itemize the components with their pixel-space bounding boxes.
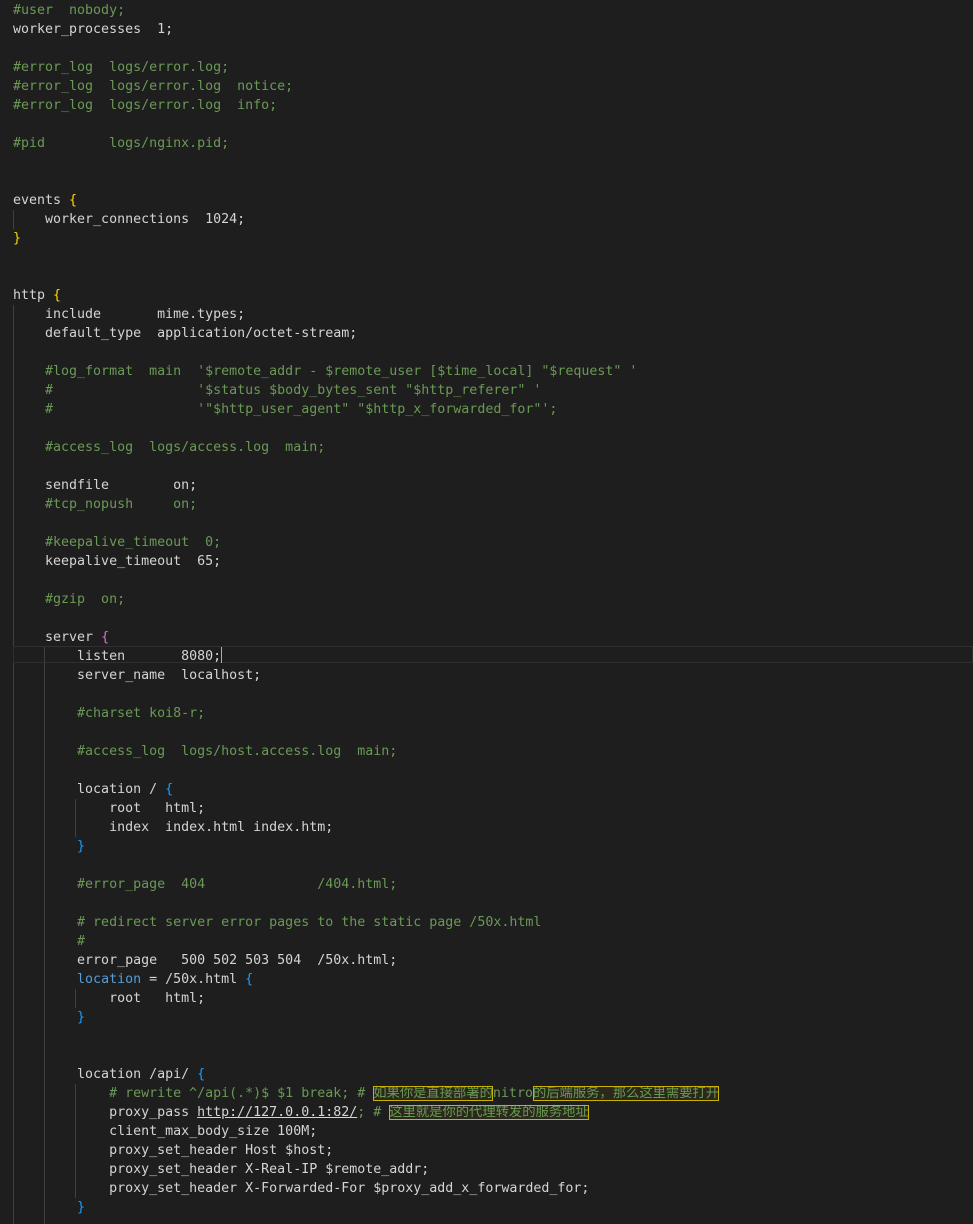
code-line: #error_log logs/error.log; <box>13 60 230 75</box>
bracket-open: { <box>197 1067 206 1082</box>
code-line: http { <box>13 288 62 303</box>
code-line: } <box>13 229 973 248</box>
code-line: #user nobody; <box>13 3 126 18</box>
code-line: # redirect server error pages to the sta… <box>13 915 542 930</box>
text-cursor <box>221 647 223 663</box>
find-match-highlight: 这里就是你的代理转发的服务地址 <box>389 1105 589 1120</box>
code-line: location / { <box>13 782 174 797</box>
keyword: location <box>77 972 142 987</box>
bracket-open: { <box>165 782 174 797</box>
code-line: } <box>13 1198 973 1217</box>
code-line: # '"$http_user_agent" "$http_x_forwarded… <box>13 402 558 417</box>
code-line: keepalive_timeout 65; <box>13 554 222 569</box>
code-line: server_name localhost; <box>13 668 262 683</box>
code-line-current[interactable]: listen 8080; <box>13 647 973 666</box>
code-line: proxy_set_header Host $host; <box>13 1143 334 1158</box>
code-line: events { <box>13 193 78 208</box>
code-editor[interactable]: #user nobody; worker_processes 1; #error… <box>0 0 973 1224</box>
find-match-highlight: 的后端服务，那么这里需要打开 <box>532 1086 720 1101</box>
code-line: # '$status $body_bytes_sent "$http_refer… <box>13 383 542 398</box>
bracket-open: { <box>245 972 254 987</box>
code-line: server { <box>13 630 110 645</box>
bracket-close: } <box>77 1010 86 1025</box>
bracket-open: { <box>69 193 78 208</box>
code-line: #tcp_nopush on; <box>13 497 198 512</box>
code-line: location = /50x.html { <box>77 972 254 987</box>
code-line: root html; <box>13 801 206 816</box>
bracket-close: } <box>77 1200 86 1215</box>
code-line: client_max_body_size 100M; <box>13 1124 318 1139</box>
bracket-close: } <box>13 231 22 246</box>
code-line: error_page 500 502 503 504 /50x.html; <box>13 953 398 968</box>
code-line: sendfile on; <box>13 478 198 493</box>
proxy-url-link[interactable]: http://127.0.0.1:82/ <box>197 1105 357 1120</box>
bracket-open: { <box>53 288 62 303</box>
code-line: default_type application/octet-stream; <box>13 326 358 341</box>
code-line: #gzip on; <box>13 592 126 607</box>
code-line: proxy_pass http://127.0.0.1:82/; # 这里就是你… <box>13 1105 589 1120</box>
code-content[interactable]: #user nobody; worker_processes 1; #error… <box>13 1 973 1217</box>
code-line: } <box>13 837 973 856</box>
code-line: worker_connections 1024; <box>13 212 246 227</box>
code-line: #access_log logs/access.log main; <box>13 440 326 455</box>
code-line: proxy_set_header X-Real-IP $remote_addr; <box>13 1162 430 1177</box>
code-line: worker_processes 1; <box>13 22 174 37</box>
code-line: # <box>13 934 86 949</box>
find-match-highlight: 如果你是直接部署的 <box>373 1086 493 1101</box>
code-line: #charset koi8-r; <box>13 706 206 721</box>
code-line: #access_log logs/host.access.log main; <box>13 744 398 759</box>
code-line: #error_page 404 /404.html; <box>13 877 398 892</box>
code-line: proxy_set_header X-Forwarded-For $proxy_… <box>13 1181 590 1196</box>
code-line: #error_log logs/error.log info; <box>13 98 278 113</box>
code-line: index index.html index.htm; <box>13 820 334 835</box>
code-line: #log_format main '$remote_addr - $remote… <box>13 364 638 379</box>
code-line: #error_log logs/error.log notice; <box>13 79 294 94</box>
code-line: #pid logs/nginx.pid; <box>13 136 230 151</box>
code-line: location /api/ { <box>13 1067 206 1082</box>
code-line: root html; <box>13 991 206 1006</box>
bracket-open: { <box>101 630 110 645</box>
code-line: # rewrite ^/api(.*)$ $1 break; # 如果你是直接部… <box>13 1086 720 1101</box>
code-line: include mime.types; <box>13 307 246 322</box>
bracket-close: } <box>77 839 86 854</box>
code-line: #keepalive_timeout 0; <box>13 535 222 550</box>
code-line: } <box>13 1008 973 1027</box>
